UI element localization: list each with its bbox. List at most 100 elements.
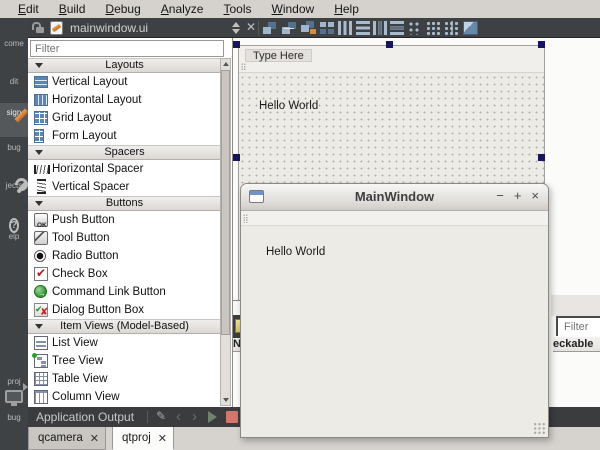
widget-vertical-layout[interactable]: Vertical Layout: [28, 73, 221, 91]
layout-form-icon[interactable]: [408, 21, 420, 35]
form-hello-world-label[interactable]: Hello World: [259, 100, 318, 112]
widget-command-link-button[interactable]: Command Link Button: [28, 283, 221, 301]
tab-qcamera[interactable]: qcamera ✕: [28, 427, 106, 450]
tab-close-icon[interactable]: ✕: [90, 432, 99, 445]
menu-bar: Edit Build Debug Analyze Tools Window He…: [0, 0, 600, 18]
document-close-button[interactable]: ✕: [246, 20, 256, 34]
close-button[interactable]: ×: [531, 188, 539, 203]
edit-buddies-icon[interactable]: [300, 21, 316, 35]
menu-edit[interactable]: Edit: [8, 0, 49, 18]
layout-vertical-splitter-icon[interactable]: [390, 21, 404, 35]
widget-column-view[interactable]: Column View: [28, 388, 221, 406]
widgetbox-category-layouts[interactable]: Layouts: [28, 58, 221, 73]
minimize-button[interactable]: −: [496, 188, 504, 203]
menu-type-here-placeholder[interactable]: Type Here: [245, 49, 312, 62]
kit-config-label: bug: [0, 413, 28, 422]
unlocked-padlock-icon: [36, 27, 44, 33]
selection-handle-top-center[interactable]: [386, 41, 393, 48]
collapse-arrow-icon: [35, 324, 43, 329]
selection-handle-top-left[interactable]: [233, 41, 240, 48]
menu-help[interactable]: Help: [324, 0, 369, 18]
widget-radio-button[interactable]: Radio Button: [28, 247, 221, 265]
widget-list-view[interactable]: List View: [28, 334, 221, 352]
edit-signals-slots-icon[interactable]: [281, 21, 297, 35]
sidebar-item-welcome[interactable]: come: [0, 38, 28, 48]
widget-vertical-spacer[interactable]: Vertical Spacer: [28, 178, 221, 196]
selection-handle-top-right[interactable]: [538, 41, 545, 48]
property-editor-header-fragment: [551, 295, 600, 316]
ui-file-icon: [50, 21, 63, 35]
menu-debug[interactable]: Debug: [95, 0, 150, 18]
widget-horizontal-layout[interactable]: Horizontal Layout: [28, 91, 221, 109]
document-tab[interactable]: mainwindow.ui: [70, 21, 148, 35]
adjust-size-icon[interactable]: [463, 21, 478, 35]
widget-table-view[interactable]: Table View: [28, 370, 221, 388]
selection-handle-middle-right[interactable]: [538, 154, 545, 161]
sidebar-item-help[interactable]: ? elp: [0, 220, 28, 241]
layout-grid-icon[interactable]: [426, 21, 441, 35]
widget-push-button[interactable]: Push Button: [28, 211, 221, 229]
category-label: Item Views (Model-Based): [60, 320, 189, 332]
sidebar-item-debug[interactable]: bug: [0, 142, 28, 152]
sidebar-item-edit[interactable]: dit: [0, 76, 28, 86]
kit-selector[interactable]: proj bug: [0, 376, 28, 422]
layout-horizontally-icon[interactable]: [338, 21, 352, 35]
selection-handle-middle-left[interactable]: [233, 154, 240, 161]
widgetbox-category-buttons[interactable]: Buttons: [28, 196, 221, 211]
widget-label: Form Layout: [52, 130, 117, 142]
category-label: Buttons: [106, 197, 143, 209]
scrollbar-down-icon[interactable]: [223, 398, 229, 402]
output-pane-title[interactable]: Application Output: [36, 410, 134, 424]
tab-qtproj[interactable]: qtproj ✕: [112, 427, 174, 450]
edit-widgets-icon[interactable]: [262, 21, 278, 35]
menu-window[interactable]: Window: [262, 0, 325, 18]
widget-tool-button[interactable]: Tool Button: [28, 229, 221, 247]
layout-vertically-icon[interactable]: [356, 21, 370, 35]
prev-item-icon[interactable]: ‹: [176, 408, 181, 425]
widget-box: Layouts Vertical Layout Horizontal Layou…: [28, 38, 233, 407]
widget-horizontal-spacer[interactable]: Horizontal Spacer: [28, 160, 221, 178]
widget-check-box[interactable]: Check Box: [28, 265, 221, 283]
maximize-button[interactable]: +: [514, 188, 522, 203]
sidebar-item-design[interactable]: sign: [0, 107, 28, 117]
widget-label: Command Link Button: [52, 286, 166, 298]
edit-tab-order-icon[interactable]: [319, 21, 335, 35]
resize-grip-icon[interactable]: [533, 422, 546, 435]
qt-creator-window: Edit Build Debug Analyze Tools Window He…: [0, 0, 600, 450]
document-dropdown-icon[interactable]: [232, 22, 241, 34]
mode-sidebar: come dit sign bug jects ? elp proj bug: [0, 18, 28, 450]
menu-build[interactable]: Build: [49, 0, 96, 18]
property-row-checkable[interactable]: eckable: [553, 337, 600, 352]
property-filter-input[interactable]: [556, 316, 600, 336]
category-label: Layouts: [105, 59, 144, 71]
widget-grid-layout[interactable]: Grid Layout: [28, 109, 221, 127]
widgetbox-category-item-views[interactable]: Item Views (Model-Based): [28, 319, 221, 334]
widget-form-layout[interactable]: Form Layout: [28, 127, 221, 145]
menu-tools[interactable]: Tools: [213, 0, 261, 18]
break-layout-icon[interactable]: [444, 21, 459, 35]
preview-titlebar[interactable]: MainWindow − + ×: [241, 184, 548, 211]
preview-window[interactable]: MainWindow − + × Hello World: [240, 183, 549, 438]
next-item-icon[interactable]: ›: [192, 408, 197, 425]
tab-label: qtproj: [122, 432, 151, 444]
sidebar-item-projects[interactable]: jects: [0, 180, 28, 190]
widget-tree-view[interactable]: Tree View: [28, 352, 221, 370]
widget-dialog-button-box[interactable]: Dialog Button Box: [28, 301, 221, 319]
clear-output-icon[interactable]: ✎: [156, 409, 166, 423]
preview-hello-world-label: Hello World: [266, 246, 325, 258]
stop-icon[interactable]: [226, 411, 238, 423]
run-icon[interactable]: [208, 411, 217, 423]
widgetbox-scrollbar[interactable]: [220, 58, 231, 406]
scrollbar-up-icon[interactable]: [223, 62, 229, 66]
layout-horizontal-splitter-icon[interactable]: [373, 21, 387, 35]
widgetbox-filter-input[interactable]: [30, 40, 224, 57]
drag-grip-icon: [241, 63, 246, 71]
widget-label: List View: [52, 337, 98, 349]
tab-close-icon[interactable]: ✕: [158, 432, 167, 445]
menu-analyze[interactable]: Analyze: [151, 0, 214, 18]
widget-label: Table View: [52, 373, 107, 385]
widgetbox-category-spacers[interactable]: Spacers: [28, 145, 221, 160]
scrollbar-thumb[interactable]: [221, 70, 230, 335]
edit-label: dit: [0, 77, 28, 86]
column-view-icon: [34, 390, 48, 404]
